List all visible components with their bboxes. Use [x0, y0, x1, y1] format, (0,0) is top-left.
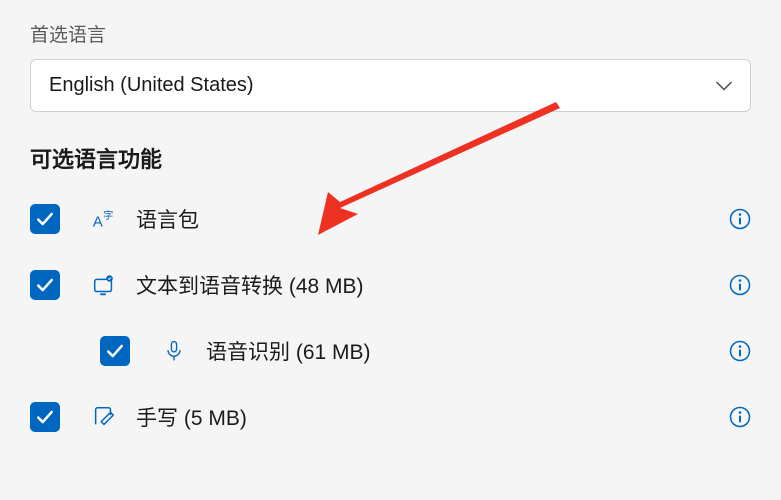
- feature-label: 手写 (5 MB): [136, 402, 247, 432]
- info-icon[interactable]: [729, 340, 751, 362]
- microphone-icon: [160, 337, 188, 365]
- checkbox-speech-recognition[interactable]: [100, 336, 130, 366]
- info-icon[interactable]: [729, 274, 751, 296]
- check-icon: [36, 210, 54, 228]
- handwriting-icon: [90, 403, 118, 431]
- language-dropdown-value: English (United States): [49, 74, 254, 97]
- language-dropdown[interactable]: English (United States): [30, 59, 751, 112]
- feature-label: 语言包: [136, 204, 199, 234]
- check-icon: [36, 408, 54, 426]
- checkbox-handwriting[interactable]: [30, 402, 60, 432]
- info-icon[interactable]: [729, 406, 751, 428]
- checkbox-text-to-speech[interactable]: [30, 270, 60, 300]
- check-icon: [36, 276, 54, 294]
- preferred-language-label: 首选语言: [30, 20, 751, 47]
- feature-label: 语音识别 (61 MB): [206, 336, 371, 366]
- language-pack-icon: A 字: [90, 205, 118, 233]
- feature-row-text-to-speech: 文本到语音转换 (48 MB): [30, 262, 751, 308]
- feature-row-handwriting: 手写 (5 MB): [30, 394, 751, 440]
- text-to-speech-icon: [90, 271, 118, 299]
- feature-row-language-pack: A 字 语言包: [30, 196, 751, 242]
- info-icon[interactable]: [729, 208, 751, 230]
- checkbox-language-pack[interactable]: [30, 204, 60, 234]
- feature-label: 文本到语音转换 (48 MB): [136, 270, 364, 300]
- feature-row-speech-recognition: 语音识别 (61 MB): [30, 328, 751, 374]
- svg-text:字: 字: [103, 209, 113, 222]
- svg-text:A: A: [93, 214, 103, 230]
- optional-features-header: 可选语言功能: [30, 142, 751, 174]
- check-icon: [106, 342, 124, 360]
- chevron-down-icon: [716, 81, 732, 91]
